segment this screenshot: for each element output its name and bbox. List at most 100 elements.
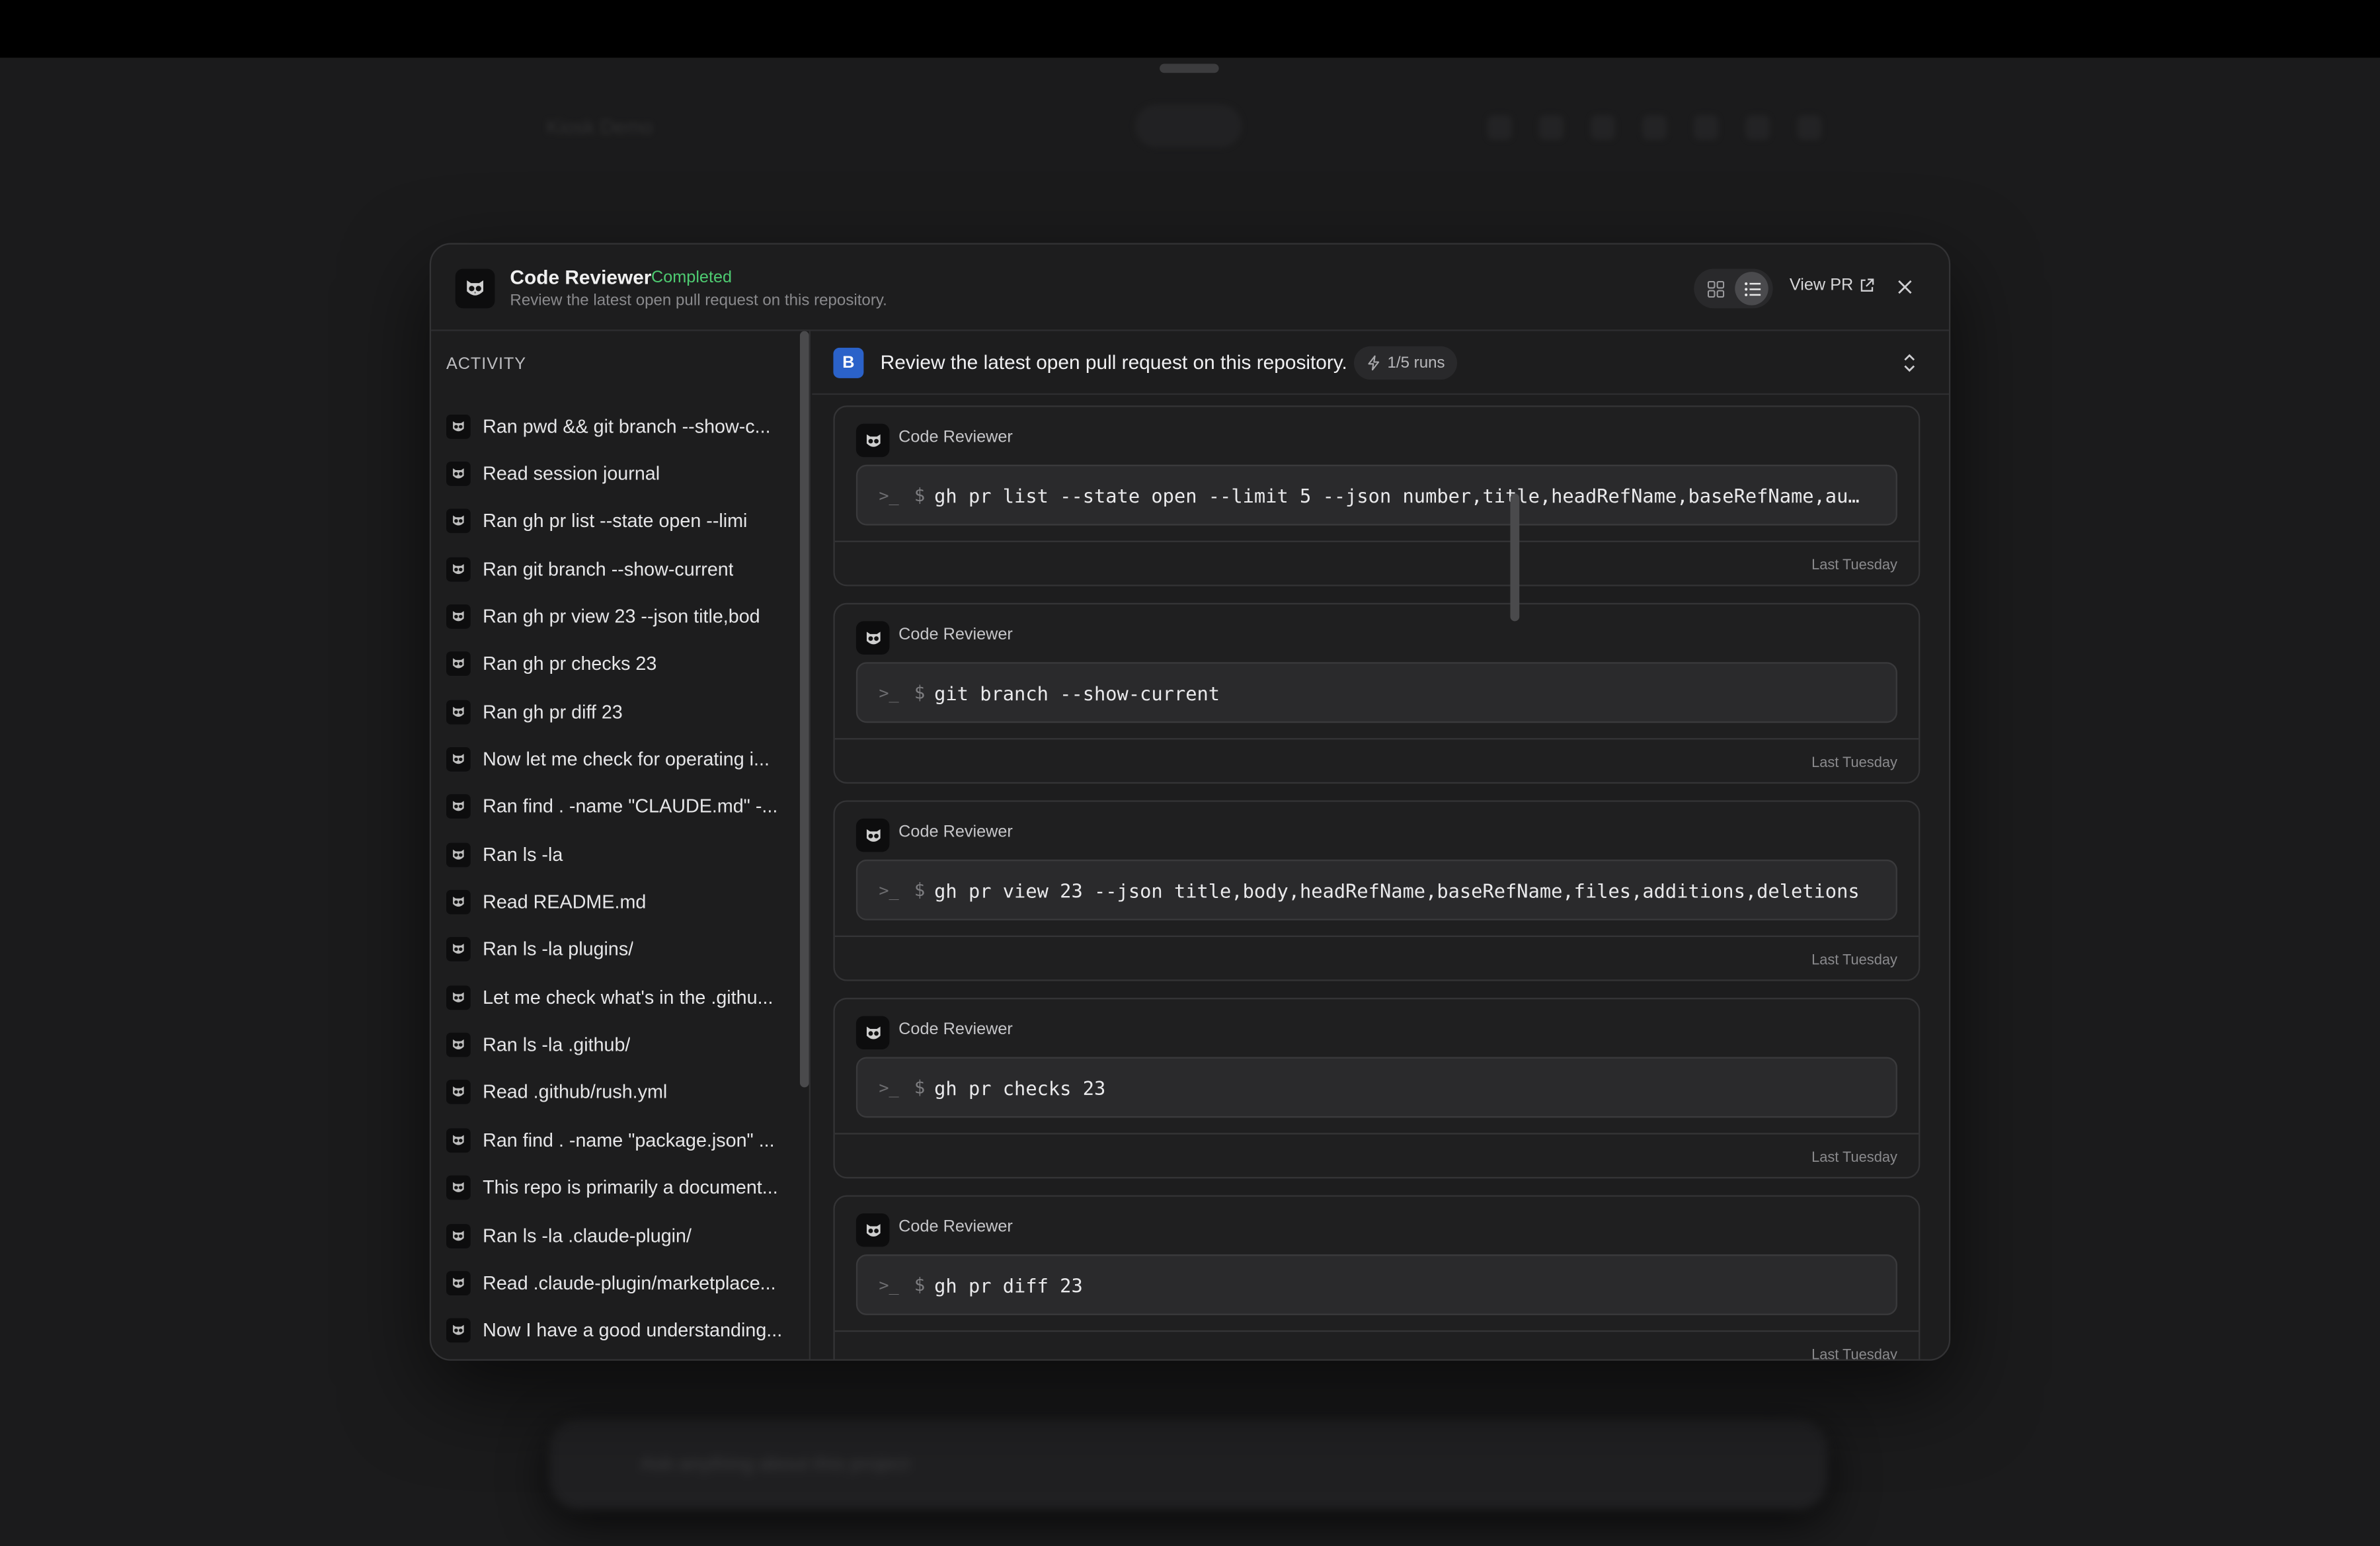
owl-icon — [446, 985, 471, 1010]
owl-icon — [446, 557, 471, 581]
activity-item-label: Ran gh pr checks 23 — [483, 653, 657, 675]
list-item[interactable]: Ran gh pr diff 23 — [446, 688, 799, 736]
list-item[interactable]: Let me check what's in the .githu... — [446, 973, 799, 1021]
agent-name: Code Reviewer — [510, 265, 652, 289]
chevron-up-down-icon[interactable] — [1899, 351, 1920, 376]
user-avatar: B — [833, 347, 864, 378]
view-toggle — [1694, 268, 1773, 309]
command-block[interactable]: >_ $ gh pr checks 23 — [855, 1057, 1897, 1118]
list-item[interactable]: Read session journal — [446, 450, 799, 498]
owl-icon — [455, 268, 495, 309]
runs-label: 1/5 runs — [1387, 354, 1445, 372]
run-header: B Review the latest open pull request on… — [812, 331, 1949, 395]
close-icon — [1898, 280, 1912, 294]
activity-item-label: Ran gh pr diff 23 — [483, 701, 623, 723]
card-author: Code Reviewer — [898, 626, 1013, 644]
list-item[interactable]: Ran pwd && git branch --show-c... — [446, 403, 799, 450]
run-detail-panel: B Review the latest open pull request on… — [812, 331, 1949, 1360]
list-item[interactable]: Ran ls -la plugins/ — [446, 926, 799, 973]
sidebar-scrollbar[interactable] — [799, 331, 809, 1088]
background-app-header: Kiosk Demo — [516, 101, 1882, 158]
list-item[interactable]: Ran ls -la .github/ — [446, 1021, 799, 1069]
list-item[interactable]: This repo is primarily a document... — [446, 1164, 799, 1211]
terminal-prompt-icon: >_ — [879, 485, 899, 505]
background-toolbar — [1488, 115, 1822, 140]
agent-subtitle: Review the latest open pull request on t… — [510, 291, 887, 310]
command-block[interactable]: >_ $ git branch --show-current — [855, 662, 1897, 723]
list-item[interactable]: Ran find . -name "package.json" ... — [446, 1116, 799, 1164]
activity-item-label: Now let me check for operating i... — [483, 749, 770, 770]
list-item[interactable]: Ran git branch --show-current — [446, 546, 799, 593]
view-pr-link[interactable]: View PR — [1790, 276, 1875, 295]
list-item[interactable]: Ran gh pr view 23 --json title,bod — [446, 593, 799, 641]
tool-call-card: Code Reviewer >_ $ gh pr list --state op… — [833, 405, 1921, 587]
owl-icon — [446, 1033, 471, 1057]
drag-handle[interactable] — [1160, 63, 1219, 73]
activity-item-label: Ran ls -la — [483, 844, 563, 866]
dollar-icon: $ — [914, 1077, 926, 1098]
close-button[interactable] — [1893, 275, 1917, 300]
activity-item-label: Ran ls -la plugins/ — [483, 939, 634, 961]
owl-icon — [446, 1176, 471, 1200]
owl-icon — [446, 1080, 471, 1105]
list-item[interactable]: Read README.md — [446, 878, 799, 926]
list-icon — [1743, 281, 1761, 296]
tool-call-card: Code Reviewer >_ $ git branch --show-cur… — [833, 602, 1921, 784]
card-footer: Last Tuesday — [834, 1330, 1919, 1360]
tool-call-card: Code Reviewer >_ $ gh pr view 23 --json … — [833, 800, 1921, 981]
card-author: Code Reviewer — [898, 1020, 1013, 1039]
list-item[interactable]: Now let me check for operating i... — [446, 736, 799, 784]
terminal-prompt-icon: >_ — [879, 1077, 899, 1098]
main-scrollbar[interactable] — [1510, 493, 1520, 622]
owl-icon — [446, 795, 471, 819]
status-badge: Completed — [651, 268, 733, 288]
activity-heading: ACTIVITY — [446, 355, 527, 374]
command-block[interactable]: >_ $ gh pr view 23 --json title,body,hea… — [855, 859, 1897, 920]
activity-item-label: Read .github/rush.yml — [483, 1082, 668, 1104]
owl-icon — [446, 1270, 471, 1295]
card-timestamp: Last Tuesday — [1811, 1149, 1897, 1166]
list-item[interactable]: Ran ls -la — [446, 831, 799, 878]
tool-call-card: Code Reviewer >_ $ gh pr checks 23 Last … — [833, 997, 1921, 1179]
command-text: gh pr checks 23 — [934, 1076, 1106, 1099]
activity-list: Ran pwd && git branch --show-c... Read s… — [446, 403, 799, 1355]
owl-icon — [446, 842, 471, 867]
list-item[interactable]: Ran ls -la .claude-plugin/ — [446, 1211, 799, 1259]
list-item[interactable]: Read .claude-plugin/marketplace... — [446, 1259, 799, 1307]
activity-item-label: Read session journal — [483, 463, 660, 485]
command-block[interactable]: >_ $ gh pr list --state open --limit 5 -… — [855, 464, 1897, 526]
activity-item-label: Ran find . -name "package.json" ... — [483, 1129, 775, 1151]
list-item[interactable]: Now I have a good understanding... — [446, 1307, 799, 1354]
command-block[interactable]: >_ $ gh pr diff 23 — [855, 1254, 1897, 1315]
view-pr-label: View PR — [1789, 276, 1854, 295]
list-item[interactable]: Ran find . -name "CLAUDE.md" -... — [446, 784, 799, 831]
grid-icon — [1706, 280, 1724, 297]
terminal-prompt-icon: >_ — [879, 879, 899, 900]
list-item[interactable]: Ran gh pr list --state open --limi — [446, 498, 799, 546]
activity-item-label: Ran gh pr list --state open --limi — [483, 510, 748, 532]
list-view-button[interactable] — [1735, 272, 1768, 305]
command-text: gh pr list --state open --limit 5 --json… — [934, 483, 1860, 507]
activity-item-label: Read README.md — [483, 891, 647, 913]
system-top-bar — [0, 0, 2380, 58]
owl-icon — [446, 938, 471, 962]
list-item[interactable]: Ran gh pr checks 23 — [446, 641, 799, 688]
activity-item-label: Ran ls -la .claude-plugin/ — [483, 1225, 692, 1246]
activity-item-label: Let me check what's in the .githu... — [483, 987, 774, 1008]
lightning-icon — [1368, 355, 1380, 371]
activity-item-label: This repo is primarily a document... — [483, 1177, 778, 1199]
owl-icon — [446, 1318, 471, 1343]
grid-view-button[interactable] — [1698, 272, 1732, 305]
owl-icon — [446, 414, 471, 438]
activity-item-label: Ran find . -name "CLAUDE.md" -... — [483, 796, 778, 818]
card-author: Code Reviewer — [898, 1217, 1013, 1237]
runs-selector[interactable]: 1/5 runs — [1353, 346, 1457, 380]
card-footer: Last Tuesday — [834, 540, 1919, 587]
card-author: Code Reviewer — [898, 823, 1013, 842]
owl-icon — [855, 1213, 890, 1247]
card-author: Code Reviewer — [898, 428, 1013, 447]
list-item[interactable]: Read .github/rush.yml — [446, 1069, 799, 1116]
owl-icon — [855, 1016, 890, 1049]
background-app-title: Kiosk Demo — [546, 115, 653, 138]
owl-icon — [446, 890, 471, 915]
